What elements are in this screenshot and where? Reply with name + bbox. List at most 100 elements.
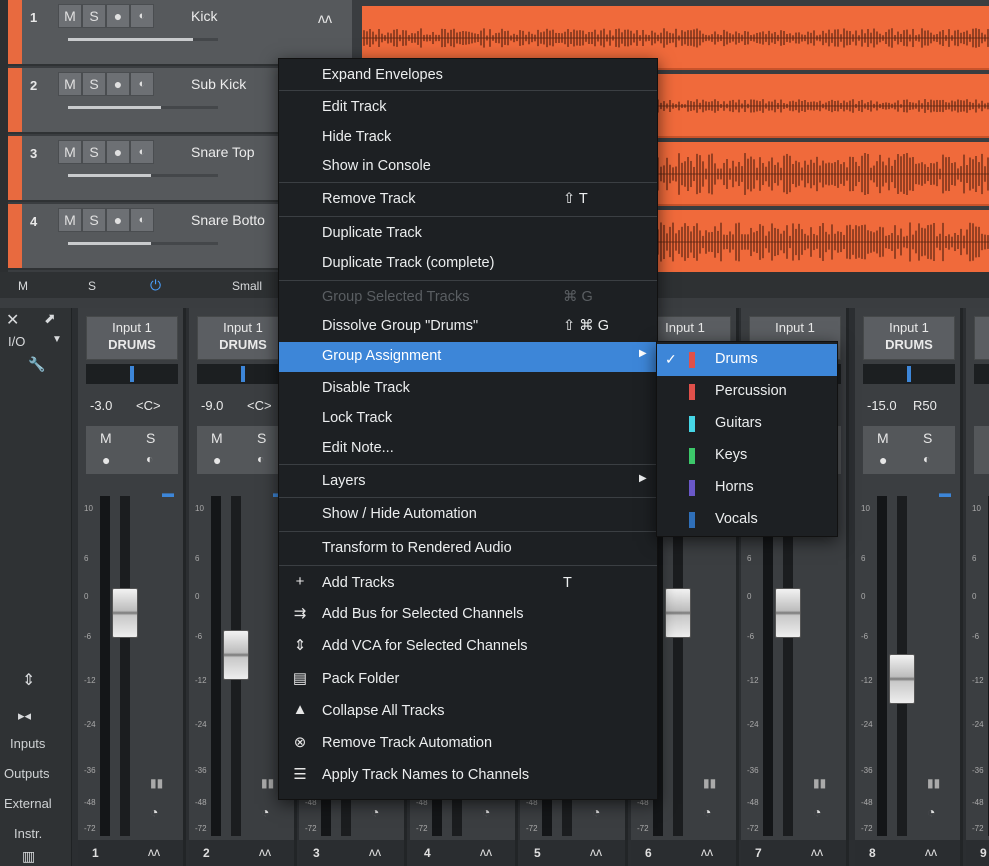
- menu-item-apply-track-names[interactable]: ☰ Apply Track Names to Channels: [279, 761, 657, 791]
- solo-button[interactable]: S: [82, 72, 106, 96]
- track-volume-slider[interactable]: [68, 38, 218, 41]
- volume-fader[interactable]: [223, 630, 249, 680]
- track-name[interactable]: Sub Kick: [191, 76, 283, 92]
- waves-plugin-icon[interactable]: ᴧᴧ: [811, 845, 823, 859]
- waves-plugin-icon[interactable]: ᴧᴧ: [925, 845, 937, 859]
- pan-knob-icon[interactable]: ◔: [703, 804, 711, 820]
- track-volume-slider[interactable]: [68, 106, 218, 109]
- record-icon[interactable]: ●: [879, 452, 887, 468]
- volume-fader[interactable]: [775, 588, 801, 638]
- menu-item-add-bus[interactable]: ⇉ Add Bus for Selected Channels: [279, 600, 657, 630]
- menu-item-duplicate-track[interactable]: Duplicate Track: [279, 219, 657, 249]
- chevron-down-icon[interactable]: ▼: [52, 334, 62, 345]
- record-icon[interactable]: ●: [106, 72, 130, 96]
- mute-button[interactable]: M: [58, 72, 82, 96]
- track-name[interactable]: Snare Botto: [191, 212, 283, 228]
- volume-fader[interactable]: [112, 588, 138, 638]
- track-color-strip[interactable]: [8, 136, 22, 200]
- solo-button[interactable]: S: [82, 4, 106, 28]
- record-icon[interactable]: ●: [213, 452, 221, 468]
- menu-item-hide-track[interactable]: Hide Track: [279, 123, 657, 153]
- monitor-icon[interactable]: ◐: [130, 72, 154, 96]
- mute-button[interactable]: M: [58, 4, 82, 28]
- record-icon[interactable]: ●: [106, 208, 130, 232]
- waves-plugin-icon[interactable]: ᴧᴧ: [148, 845, 160, 859]
- pan-knob-icon[interactable]: ◔: [261, 804, 269, 820]
- sidebar-item-external[interactable]: External: [4, 796, 52, 811]
- sidebar-item-inputs[interactable]: Inputs: [10, 736, 45, 751]
- track-color-strip[interactable]: [8, 204, 22, 268]
- record-icon[interactable]: ●: [106, 4, 130, 28]
- menu-item-pack-folder[interactable]: ▤ Pack Folder: [279, 665, 657, 695]
- channel-mode-icon[interactable]: ▮▮: [927, 776, 940, 790]
- solo-button[interactable]: S: [923, 430, 932, 446]
- pan-knob-icon[interactable]: ◔: [927, 804, 935, 820]
- input-select[interactable]: Input 1 DRUMS: [197, 316, 289, 360]
- menu-item-duplicate-track-complete[interactable]: Duplicate Track (complete): [279, 249, 657, 279]
- track-volume-slider[interactable]: [68, 242, 218, 245]
- track-name[interactable]: Kick: [191, 8, 283, 24]
- power-icon[interactable]: ⏻: [150, 277, 161, 294]
- fader-track[interactable]: [120, 496, 130, 836]
- menu-item-add-vca[interactable]: ⇕ Add VCA for Selected Channels: [279, 632, 657, 662]
- input-select[interactable]: [974, 316, 989, 360]
- fader-track[interactable]: [783, 496, 793, 836]
- menu-item-remove-track-automation[interactable]: ⊗ Remove Track Automation: [279, 729, 657, 759]
- mute-button[interactable]: M: [58, 140, 82, 164]
- channel-mode-icon[interactable]: ▮▮: [150, 776, 163, 790]
- sidebar-item-instruments[interactable]: Instr.: [14, 826, 42, 841]
- waves-plugin-icon[interactable]: ᴧᴧ: [318, 10, 332, 26]
- mute-button[interactable]: M: [211, 430, 223, 446]
- menu-item-edit-note[interactable]: Edit Note...: [279, 434, 657, 464]
- solo-button[interactable]: S: [82, 208, 106, 232]
- menu-item-layers[interactable]: Layers ▶: [279, 467, 657, 497]
- waves-plugin-icon[interactable]: ᴧᴧ: [259, 845, 271, 859]
- keyboard-icon[interactable]: ▥: [22, 848, 35, 865]
- volume-fader[interactable]: [889, 654, 915, 704]
- monitor-icon[interactable]: ◐: [257, 452, 264, 466]
- menu-item-collapse-all-tracks[interactable]: ▲ Collapse All Tracks: [279, 697, 657, 727]
- monitor-icon[interactable]: ◐: [130, 4, 154, 28]
- pan-knob-icon[interactable]: ◔: [371, 804, 379, 820]
- record-icon[interactable]: ●: [106, 140, 130, 164]
- waves-plugin-icon[interactable]: ᴧᴧ: [701, 845, 713, 859]
- updown-arrows-icon[interactable]: ⇕: [22, 670, 35, 690]
- menu-item-dissolve-group[interactable]: Dissolve Group "Drums" ⇧ ⌘ G: [279, 312, 657, 342]
- monitor-icon[interactable]: ◐: [146, 452, 153, 466]
- menu-item-add-tracks[interactable]: + Add Tracks T: [279, 569, 657, 599]
- sidebar-item-outputs[interactable]: Outputs: [4, 766, 50, 781]
- pan-knob-icon[interactable]: ◔: [150, 804, 158, 820]
- pan-knob-icon[interactable]: ◔: [482, 804, 490, 820]
- volume-fader[interactable]: [665, 588, 691, 638]
- menu-item-edit-track[interactable]: Edit Track: [279, 93, 657, 123]
- solo-button[interactable]: S: [257, 430, 266, 446]
- waves-plugin-icon[interactable]: ᴧᴧ: [590, 845, 602, 859]
- pan-knob-icon[interactable]: ◔: [592, 804, 600, 820]
- waves-plugin-icon[interactable]: ᴧᴧ: [369, 845, 381, 859]
- track-volume-slider[interactable]: [68, 174, 218, 177]
- menu-item-group-assignment[interactable]: Group Assignment ▶: [279, 342, 657, 372]
- automation-icon[interactable]: ▬: [939, 486, 951, 500]
- group-item-keys[interactable]: Keys: [657, 440, 837, 472]
- channel-mode-icon[interactable]: ▮▮: [703, 776, 716, 790]
- group-item-vocals[interactable]: Vocals: [657, 504, 837, 536]
- mute-button[interactable]: M: [100, 430, 112, 446]
- menu-item-disable-track[interactable]: Disable Track: [279, 374, 657, 404]
- menu-item-expand-envelopes[interactable]: Expand Envelopes: [279, 61, 657, 91]
- pan-knob-icon[interactable]: ◔: [813, 804, 821, 820]
- menu-item-lock-track[interactable]: Lock Track: [279, 404, 657, 434]
- close-icon[interactable]: ✕: [6, 310, 19, 330]
- fader-track[interactable]: [673, 496, 683, 836]
- track-size-select[interactable]: Small: [232, 279, 262, 293]
- automation-icon[interactable]: ▬: [162, 486, 174, 500]
- track-color-strip[interactable]: [8, 68, 22, 132]
- monitor-icon[interactable]: ◐: [130, 208, 154, 232]
- global-mute-button[interactable]: M: [18, 279, 28, 293]
- mute-button[interactable]: M: [58, 208, 82, 232]
- track-header[interactable]: 1 M S ● ◐ Kick ᴧᴧ: [8, 0, 352, 66]
- track-color-strip[interactable]: [8, 0, 22, 64]
- group-item-drums[interactable]: ✓ Drums: [657, 344, 837, 376]
- expand-icon[interactable]: ⬈: [44, 310, 56, 327]
- menu-item-transform-rendered-audio[interactable]: Transform to Rendered Audio: [279, 534, 657, 564]
- monitor-icon[interactable]: ◐: [130, 140, 154, 164]
